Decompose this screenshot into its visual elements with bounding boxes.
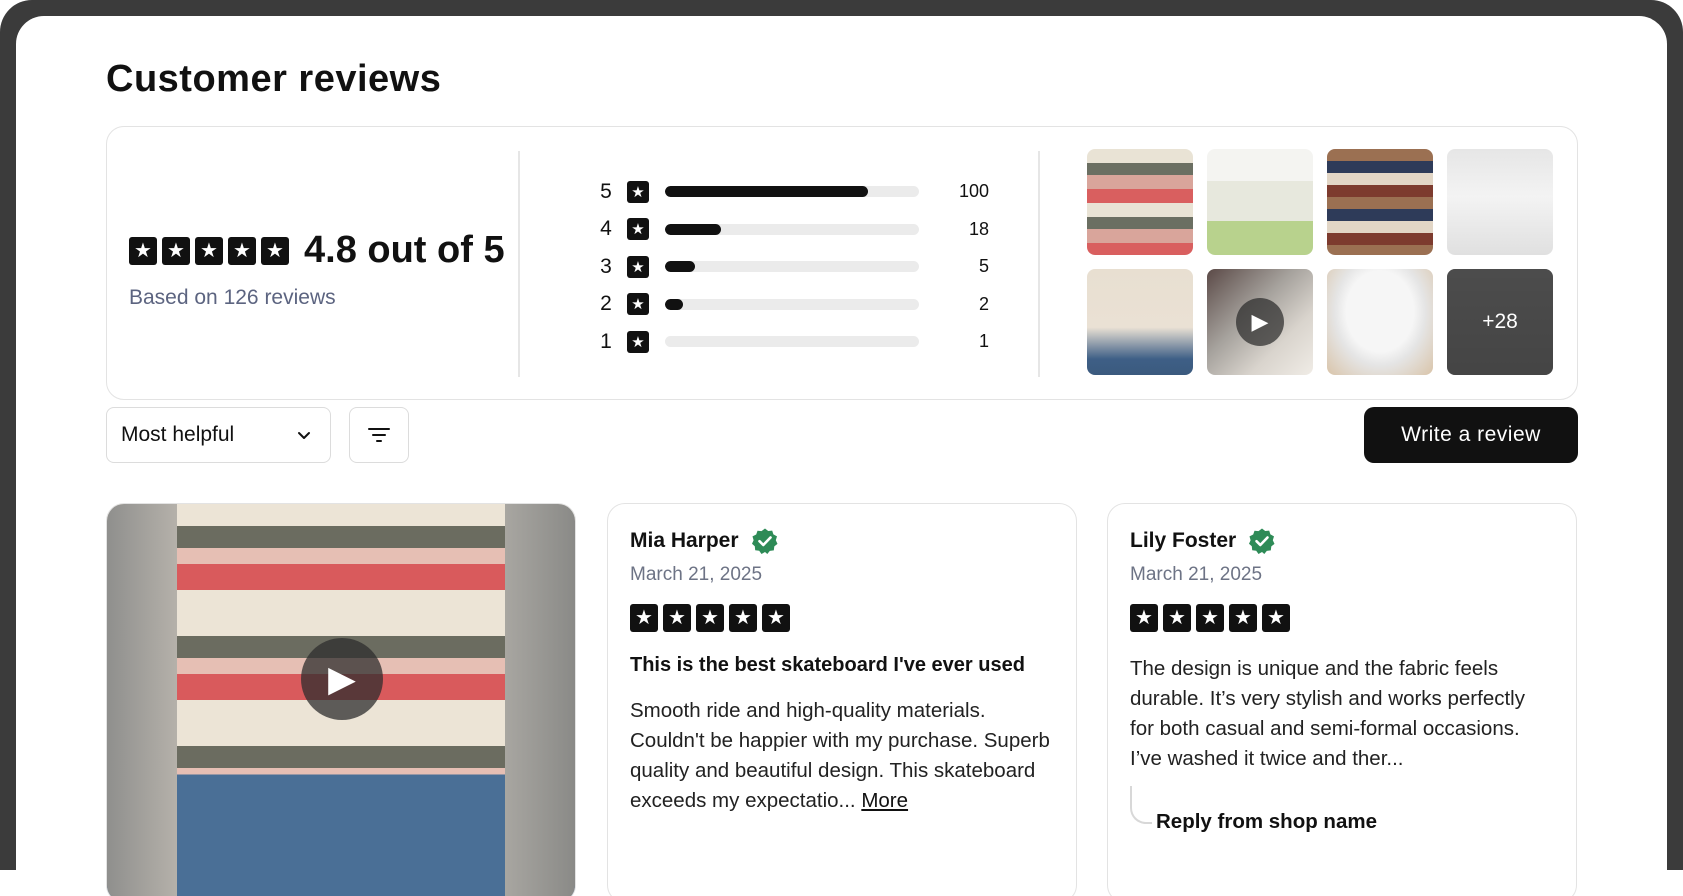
play-icon[interactable]: ▶ — [301, 638, 383, 720]
average-rating-label: 4.8 out of 5 — [304, 229, 505, 271]
distribution-bar — [665, 298, 919, 310]
sort-select-value: Most helpful — [121, 423, 235, 446]
verified-badge-icon — [1249, 528, 1275, 554]
review-photo-thumbnail[interactable] — [1447, 149, 1553, 255]
star-icon: ★ — [627, 180, 649, 203]
distribution-star-level: 4 — [600, 217, 612, 241]
review-video[interactable]: ▶ — [106, 503, 576, 896]
review-card: Mia Harper March 21, 2025 ★ ★ ★ ★ ★ This… — [607, 503, 1077, 896]
distribution-bar — [665, 336, 919, 348]
star-icon: ★ — [1130, 604, 1158, 632]
read-more-link[interactable]: More — [861, 789, 908, 812]
star-icon: ★ — [228, 236, 256, 265]
chevron-down-icon — [298, 432, 310, 439]
average-stars: ★ ★ ★ ★ ★ 4.8 out of 5 — [129, 229, 505, 272]
star-icon: ★ — [627, 255, 649, 278]
distribution-count: 1 — [978, 331, 989, 352]
reply-connector — [1130, 786, 1152, 824]
distribution-bar-fill — [665, 186, 869, 198]
filter-icon — [368, 428, 390, 442]
review-photo-thumbnail[interactable] — [1327, 269, 1433, 375]
star-icon: ★ — [762, 604, 790, 632]
star-icon: ★ — [627, 293, 649, 316]
star-icon: ★ — [627, 218, 649, 241]
review-photo-thumbnail[interactable] — [1207, 149, 1313, 255]
distribution-bar — [665, 261, 919, 273]
review-card: Lily Foster March 21, 2025 ★ ★ ★ ★ ★ The… — [1107, 503, 1577, 896]
distribution-count: 2 — [978, 293, 989, 314]
review-media-gallery: ▶ +28 — [1087, 149, 1557, 375]
reviewer-name: Lily Foster — [1130, 529, 1237, 552]
distribution-bar-fill — [665, 298, 683, 310]
star-icon: ★ — [696, 604, 724, 632]
star-icon: ★ — [663, 604, 691, 632]
distribution-count: 18 — [968, 218, 989, 239]
shop-reply-label: Reply from shop name — [1156, 810, 1377, 833]
star-icon: ★ — [729, 604, 757, 632]
review-date: March 21, 2025 — [630, 564, 763, 585]
review-video-thumbnail[interactable]: ▶ — [1207, 269, 1313, 375]
star-icon: ★ — [162, 236, 190, 265]
more-media-count: +28 — [1447, 269, 1553, 375]
review-video-background — [505, 504, 575, 896]
reviews-screen: Customer reviews ★ ★ ★ ★ ★ 4.8 out of 5 … — [16, 16, 1667, 896]
star-icon: ★ — [1196, 604, 1224, 632]
star-icon: ★ — [1163, 604, 1191, 632]
more-media-thumbnail[interactable]: +28 — [1447, 269, 1553, 375]
star-icon: ★ — [1229, 604, 1257, 632]
star-icon: ★ — [627, 330, 649, 353]
review-date: March 21, 2025 — [1130, 564, 1263, 585]
distribution-star-level: 5 — [600, 179, 612, 203]
distribution-star-level: 3 — [600, 254, 612, 278]
distribution-count: 100 — [958, 181, 989, 202]
shop-reply: Reply from shop name — [1130, 786, 1377, 834]
review-photo-thumbnail[interactable] — [1087, 269, 1193, 375]
divider — [518, 151, 520, 377]
distribution-bar — [665, 186, 919, 198]
review-count: Based on 126 reviews — [129, 286, 336, 309]
distribution-row[interactable]: 3 ★ 5 — [595, 248, 995, 286]
filter-button[interactable] — [349, 407, 409, 463]
review-title: This is the best skateboard I've ever us… — [630, 654, 1025, 676]
play-icon: ▶ — [1236, 298, 1284, 346]
rating-summary-panel: ★ ★ ★ ★ ★ 4.8 out of 5 Based on 126 revi… — [106, 126, 1578, 400]
write-review-button[interactable]: Write a review — [1364, 407, 1578, 463]
review-controls: Most helpful Write a review — [106, 407, 1578, 463]
distribution-row[interactable]: 4 ★ 18 — [595, 211, 995, 249]
review-body-text: Smooth ride and high-quality materials. … — [630, 699, 1050, 812]
distribution-bar-fill — [665, 261, 696, 273]
star-icon: ★ — [129, 236, 157, 265]
distribution-bar — [665, 223, 919, 235]
star-icon: ★ — [1262, 604, 1290, 632]
review-video-background — [107, 504, 177, 896]
average-rating: ★ ★ ★ ★ ★ 4.8 out of 5 Based on 126 revi… — [129, 229, 505, 310]
review-photo-thumbnail[interactable] — [1327, 149, 1433, 255]
distribution-row[interactable]: 5 ★ 100 — [595, 173, 995, 211]
device-frame: Customer reviews ★ ★ ★ ★ ★ 4.8 out of 5 … — [0, 0, 1683, 896]
review-body: Smooth ride and high-quality materials. … — [630, 696, 1054, 816]
distribution-count: 5 — [978, 256, 989, 277]
reviewer-name: Mia Harper — [630, 529, 739, 552]
review-rating: ★ ★ ★ ★ ★ — [1130, 604, 1554, 632]
divider — [1038, 151, 1040, 377]
star-icon: ★ — [195, 236, 223, 265]
rating-distribution: 5 ★ 100 4 ★ 18 3 ★ 5 2 ★ 2 1 ★ 1 — [595, 173, 995, 361]
review-rating: ★ ★ ★ ★ ★ — [630, 604, 1054, 632]
reviewer: Lily Foster — [1130, 526, 1554, 556]
verified-badge-icon — [751, 528, 778, 554]
review-photo-thumbnail[interactable] — [1087, 149, 1193, 255]
distribution-star-level: 1 — [600, 329, 612, 353]
page-title: Customer reviews — [106, 58, 442, 100]
distribution-row[interactable]: 2 ★ 2 — [595, 286, 995, 324]
star-icon: ★ — [630, 604, 658, 632]
distribution-star-level: 2 — [600, 292, 612, 316]
distribution-bar-fill — [665, 223, 721, 235]
distribution-row[interactable]: 1 ★ 1 — [595, 323, 995, 361]
reviewer: Mia Harper — [630, 526, 1054, 556]
sort-select[interactable]: Most helpful — [106, 407, 331, 463]
star-icon: ★ — [261, 236, 289, 265]
review-body-text: The design is unique and the fabric feel… — [1130, 657, 1525, 770]
